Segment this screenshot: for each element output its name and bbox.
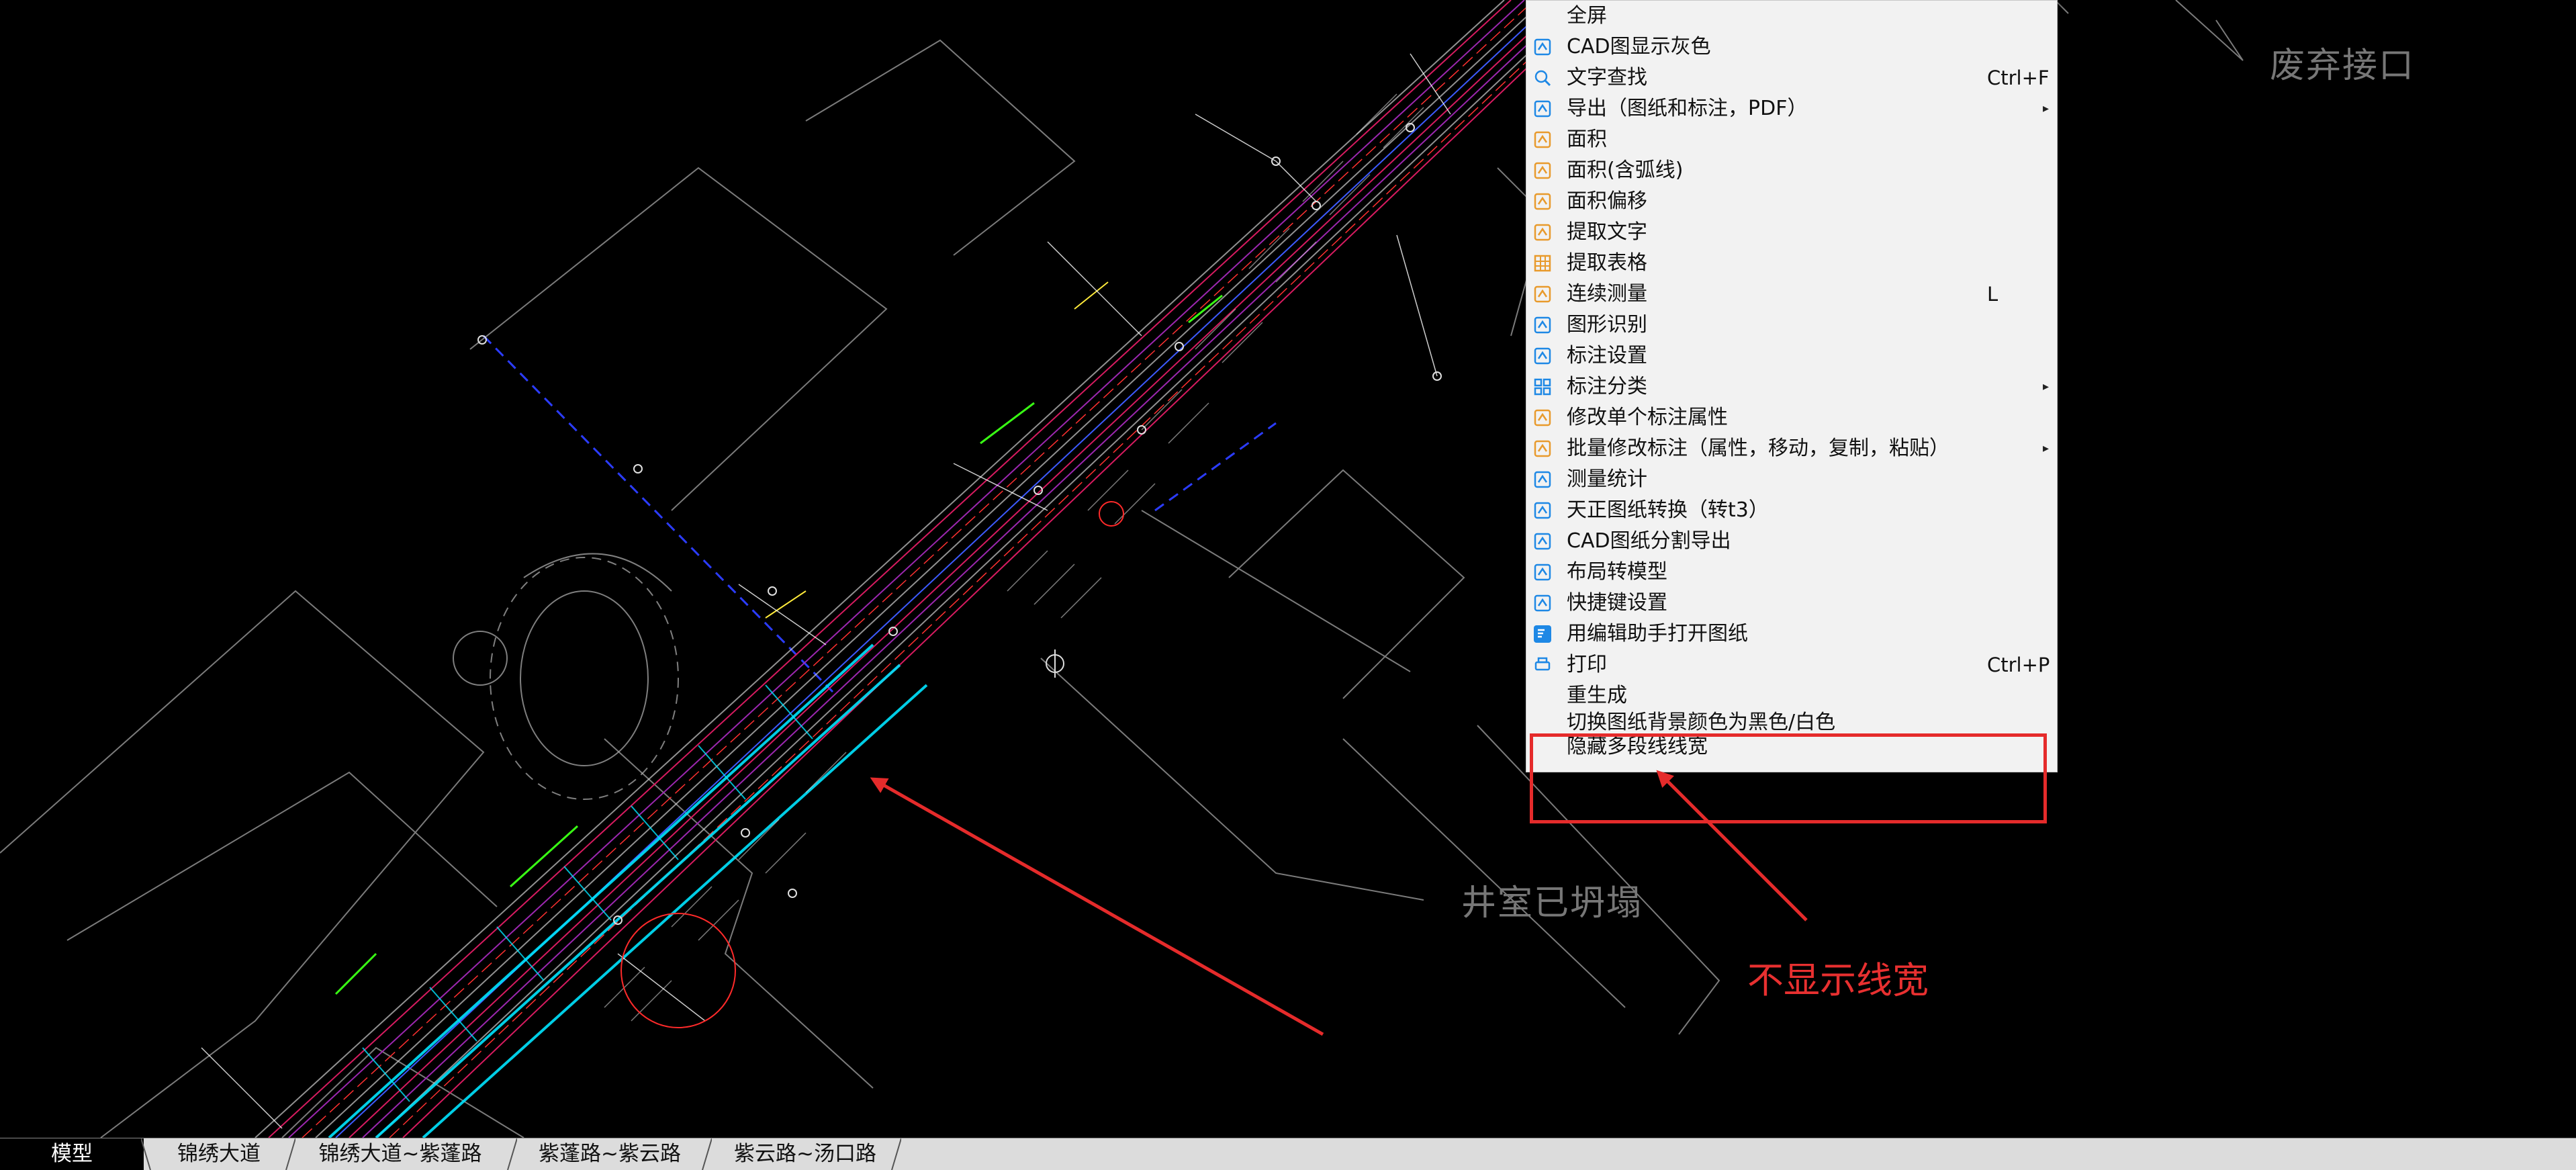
menu-item-label: CAD图显示灰色 [1567, 35, 1711, 58]
export-icon [1533, 99, 1552, 118]
menu-item-label: CAD图纸分割导出 [1567, 529, 1731, 553]
area-arc-icon [1533, 161, 1552, 180]
batch-edit-icon [1533, 439, 1552, 458]
menu-item-label: 提取文字 [1567, 220, 1647, 244]
menu-item-shortcut: L [1987, 283, 1998, 306]
tab-zipeng-ziyun[interactable]: 紫蓬路~紫云路 [518, 1138, 701, 1170]
menu-item-21[interactable]: 打印 Ctrl+P [1526, 649, 2057, 680]
menu-item-2[interactable]: 文字查找 Ctrl+F [1526, 62, 2057, 93]
gray-display-icon [1533, 38, 1552, 56]
menu-item-label: 天正图纸转换（转t3） [1567, 498, 1769, 522]
menu-item-4[interactable]: 面积 [1526, 124, 2057, 155]
menu-item-11[interactable]: 标注设置 [1526, 341, 2057, 371]
shortcut-settings-icon [1533, 594, 1552, 613]
annotation-label: 不显示线宽 [1747, 959, 1929, 1001]
tab-ziyun-tangkou[interactable]: 紫云路~汤口路 [713, 1138, 897, 1170]
annotation-category-icon [1533, 377, 1552, 396]
continuous-measure-icon [1533, 285, 1552, 304]
cad-drawing-canvas[interactable]: 废弃接口 井室已坍塌 [0, 0, 2576, 1138]
print-icon [1533, 656, 1552, 674]
menu-item-label: 切换图纸背景颜色为黑色/白色 [1567, 711, 1836, 731]
menu-item-8[interactable]: 提取表格 [1526, 248, 2057, 279]
menu-item-12[interactable]: 标注分类 ▸ [1526, 371, 2057, 402]
menu-item-3[interactable]: 导出（图纸和标注，PDF） ▸ [1526, 93, 2057, 124]
menu-item-label: 重生成 [1567, 684, 1627, 707]
tab-jinxiu-avenue[interactable]: 锦绣大道 [152, 1138, 286, 1170]
submenu-arrow-icon: ▸ [2042, 379, 2049, 394]
text-search-icon [1533, 69, 1552, 87]
edit-assistant-icon [1533, 625, 1552, 643]
tangent-convert-icon [1533, 501, 1552, 520]
measure-stats-icon [1533, 470, 1552, 489]
menu-item-label: 导出（图纸和标注，PDF） [1567, 97, 1808, 120]
menu-item-13[interactable]: 修改单个标注属性 [1526, 402, 2057, 433]
submenu-arrow-icon: ▸ [2042, 441, 2049, 455]
cad-drawing [0, 0, 2244, 1138]
menu-item-label: 批量修改标注（属性，移动，复制，粘贴） [1567, 437, 1949, 460]
menu-item-label: 修改单个标注属性 [1567, 406, 1728, 429]
tab-separator [891, 1138, 901, 1170]
menu-item-shortcut: Ctrl+P [1987, 654, 2050, 676]
tab-model[interactable]: 模型 [0, 1138, 144, 1170]
submenu-arrow-icon: ▸ [2042, 101, 2049, 116]
split-export-icon [1533, 532, 1552, 551]
menu-item-label: 图形识别 [1567, 313, 1647, 336]
area-icon [1533, 130, 1552, 149]
menu-item-18[interactable]: 布局转模型 [1526, 557, 2057, 588]
menu-item-label: 测量统计 [1567, 467, 1647, 491]
crosshair-cursor-icon [1046, 649, 1064, 678]
menu-item-label: 快捷键设置 [1567, 591, 1667, 615]
menu-item-label: 文字查找 [1567, 66, 1647, 89]
cad-note-chamber-collapsed: 井室已坍塌 [1461, 883, 1643, 924]
menu-item-label: 打印 [1567, 653, 1607, 676]
menu-item-label: 标注设置 [1567, 344, 1647, 367]
menu-item-7[interactable]: 提取文字 [1526, 217, 2057, 248]
menu-item-19[interactable]: 快捷键设置 [1526, 588, 2057, 619]
menu-item-label: 连续测量 [1567, 282, 1647, 306]
area-offset-icon [1533, 192, 1552, 211]
highlight-box [1530, 733, 2047, 823]
menu-item-14[interactable]: 批量修改标注（属性，移动，复制，粘贴） ▸ [1526, 433, 2057, 464]
tab-jinxiu-zipeng[interactable]: 锦绣大道~紫蓬路 [295, 1138, 505, 1170]
menu-item-20[interactable]: 用编辑助手打开图纸 [1526, 619, 2057, 649]
layout-tab-bar: 模型 锦绣大道 锦绣大道~紫蓬路 紫蓬路~紫云路 紫云路~汤口路 [0, 1138, 2576, 1170]
menu-item-22[interactable]: 重生成 [1526, 680, 2057, 711]
menu-item-label: 面积 [1567, 128, 1607, 151]
menu-item-label: 提取表格 [1567, 251, 1647, 275]
menu-item-label: 用编辑助手打开图纸 [1567, 622, 1748, 645]
shape-recognition-icon [1533, 316, 1552, 334]
menu-item-label: 标注分类 [1567, 375, 1647, 398]
menu-item-0[interactable]: 全屏 [1526, 1, 2057, 32]
tab-separator [285, 1138, 295, 1170]
menu-item-6[interactable]: 面积偏移 [1526, 186, 2057, 217]
menu-item-9[interactable]: 连续测量 L [1526, 279, 2057, 310]
tab-separator [507, 1138, 517, 1170]
menu-item-label: 全屏 [1567, 4, 1607, 28]
layout-to-model-icon [1533, 563, 1552, 582]
edit-annotation-icon [1533, 408, 1552, 427]
menu-item-label: 布局转模型 [1567, 560, 1667, 584]
menu-item-15[interactable]: 测量统计 [1526, 464, 2057, 495]
context-menu: 全屏 CAD图显示灰色 文字查找 Ctrl+F 导出（图纸和标注，PDF） ▸ 面积面积(含… [1526, 0, 2058, 772]
extract-table-icon [1533, 254, 1552, 273]
menu-item-shortcut: Ctrl+F [1987, 66, 2050, 89]
menu-item-17[interactable]: CAD图纸分割导出 [1526, 526, 2057, 557]
menu-item-label: 面积偏移 [1567, 189, 1647, 213]
menu-item-10[interactable]: 图形识别 [1526, 310, 2057, 341]
annotation-settings-icon [1533, 347, 1552, 365]
menu-item-16[interactable]: 天正图纸转换（转t3） [1526, 495, 2057, 526]
menu-item-5[interactable]: 面积(含弧线) [1526, 155, 2057, 186]
menu-item-label: 面积(含弧线) [1567, 159, 1684, 182]
cad-note-abandoned-interface: 废弃接口 [2270, 46, 2416, 86]
extract-text-icon [1533, 223, 1552, 242]
tab-separator [702, 1138, 712, 1170]
menu-item-23[interactable]: 切换图纸背景颜色为黑色/白色 [1526, 711, 2057, 731]
menu-item-1[interactable]: CAD图显示灰色 [1526, 32, 2057, 62]
